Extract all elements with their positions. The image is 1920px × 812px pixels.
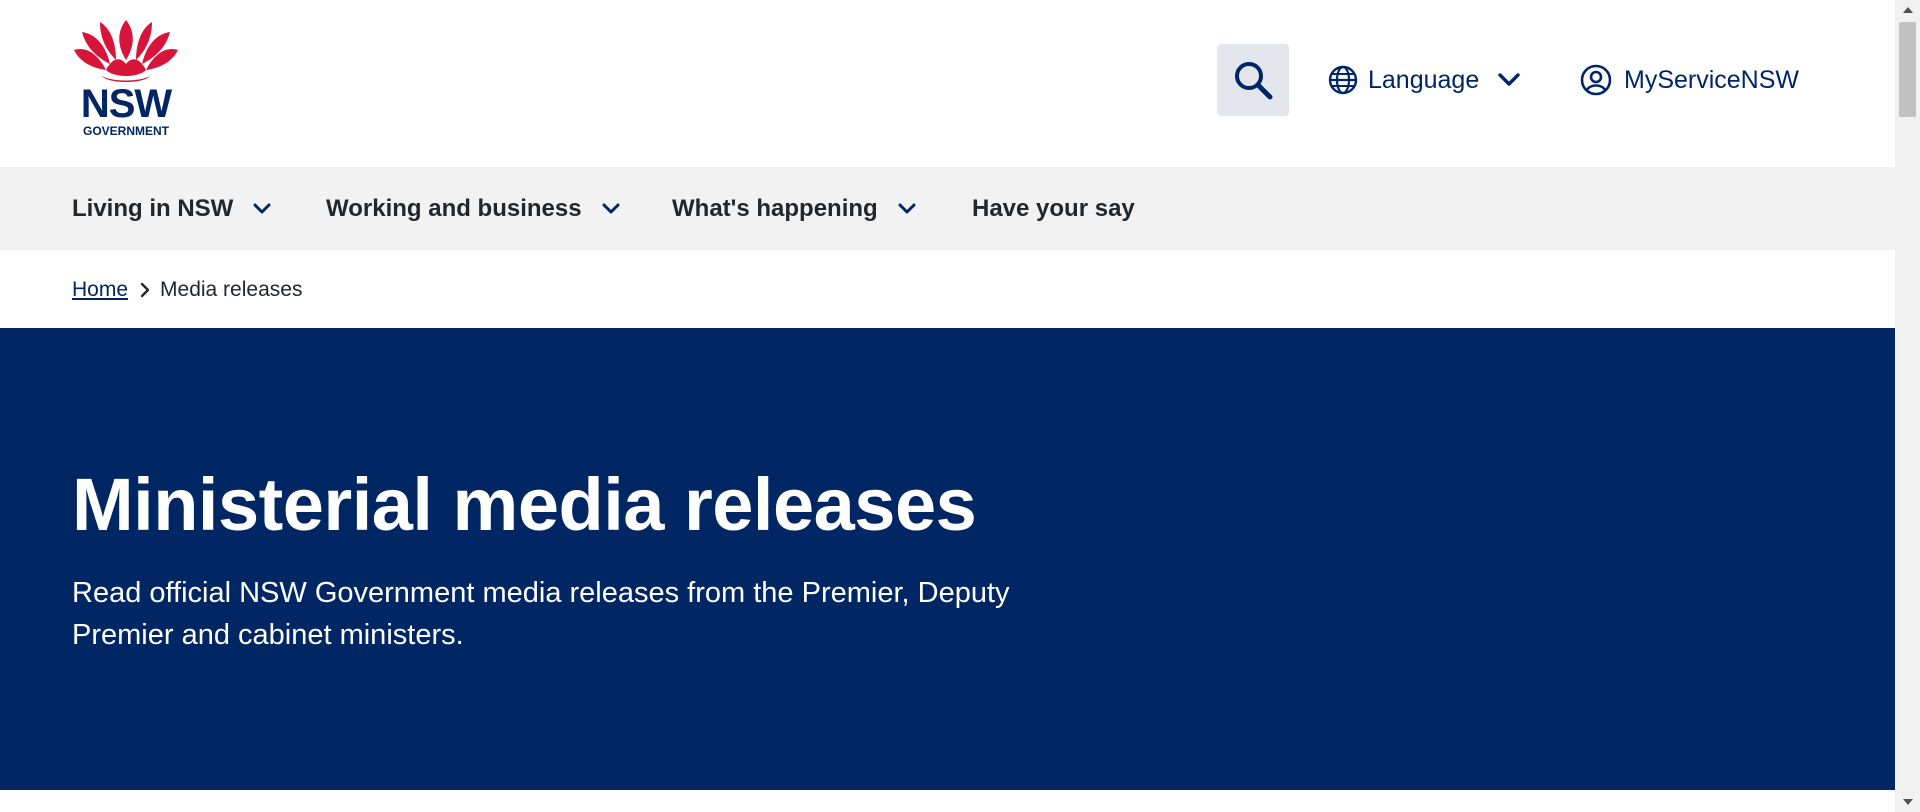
page-title: Ministerial media releases (72, 463, 977, 546)
user-circle-icon (1580, 64, 1612, 96)
nav-item-have-your-say[interactable]: Have your say (972, 167, 1135, 250)
hero-banner: Ministerial media releases Read official… (0, 328, 1895, 790)
breadcrumb-home-link[interactable]: Home (72, 278, 128, 302)
nav-item-label: Have your say (972, 194, 1135, 222)
nav-item-label: What's happening (672, 194, 878, 222)
page-intro: Read official NSW Government media relea… (72, 577, 1010, 651)
nsw-government-logo[interactable]: NSW GOVERNMENT (72, 20, 180, 142)
scroll-down-button[interactable] (1895, 792, 1920, 812)
chevron-down-icon (253, 203, 271, 213)
logo-wordmark: NSW (80, 82, 172, 126)
site-header: NSW GOVERNMENT Language MyServiceNSW (0, 0, 1895, 167)
scroll-thumb[interactable] (1899, 22, 1916, 117)
breadcrumb-current: Media releases (160, 278, 303, 301)
myservicensw-label: MyServiceNSW (1624, 65, 1800, 94)
page: NSW GOVERNMENT Language MyServiceNSW Liv… (0, 0, 1895, 812)
vertical-scrollbar[interactable] (1895, 0, 1920, 812)
globe-icon (1328, 65, 1358, 95)
waratah-flower-icon (74, 20, 178, 82)
language-label: Language (1368, 65, 1480, 94)
main-navigation: Living in NSW Working and business What'… (0, 167, 1895, 250)
search-button[interactable] (1217, 44, 1289, 116)
arrow-down-icon (1902, 799, 1913, 805)
breadcrumb: Home Media releases (72, 276, 302, 304)
search-icon (1235, 62, 1273, 100)
nav-item-working-and-business[interactable]: Working and business (326, 167, 620, 250)
myservicensw-link[interactable]: MyServiceNSW (1580, 58, 1799, 102)
logo-subtext: GOVERNMENT (82, 124, 169, 138)
scroll-up-button[interactable] (1895, 0, 1920, 20)
nav-item-whats-happening[interactable]: What's happening (672, 167, 916, 250)
language-selector[interactable]: Language (1328, 58, 1521, 102)
nav-item-label: Living in NSW (72, 194, 234, 222)
nav-item-living-in-nsw[interactable]: Living in NSW (72, 167, 271, 250)
arrow-up-icon (1902, 7, 1913, 13)
chevron-down-icon (602, 203, 620, 213)
nav-item-label: Working and business (326, 194, 582, 222)
chevron-right-icon (140, 282, 150, 298)
chevron-down-icon (1498, 73, 1520, 86)
chevron-down-icon (898, 203, 916, 213)
